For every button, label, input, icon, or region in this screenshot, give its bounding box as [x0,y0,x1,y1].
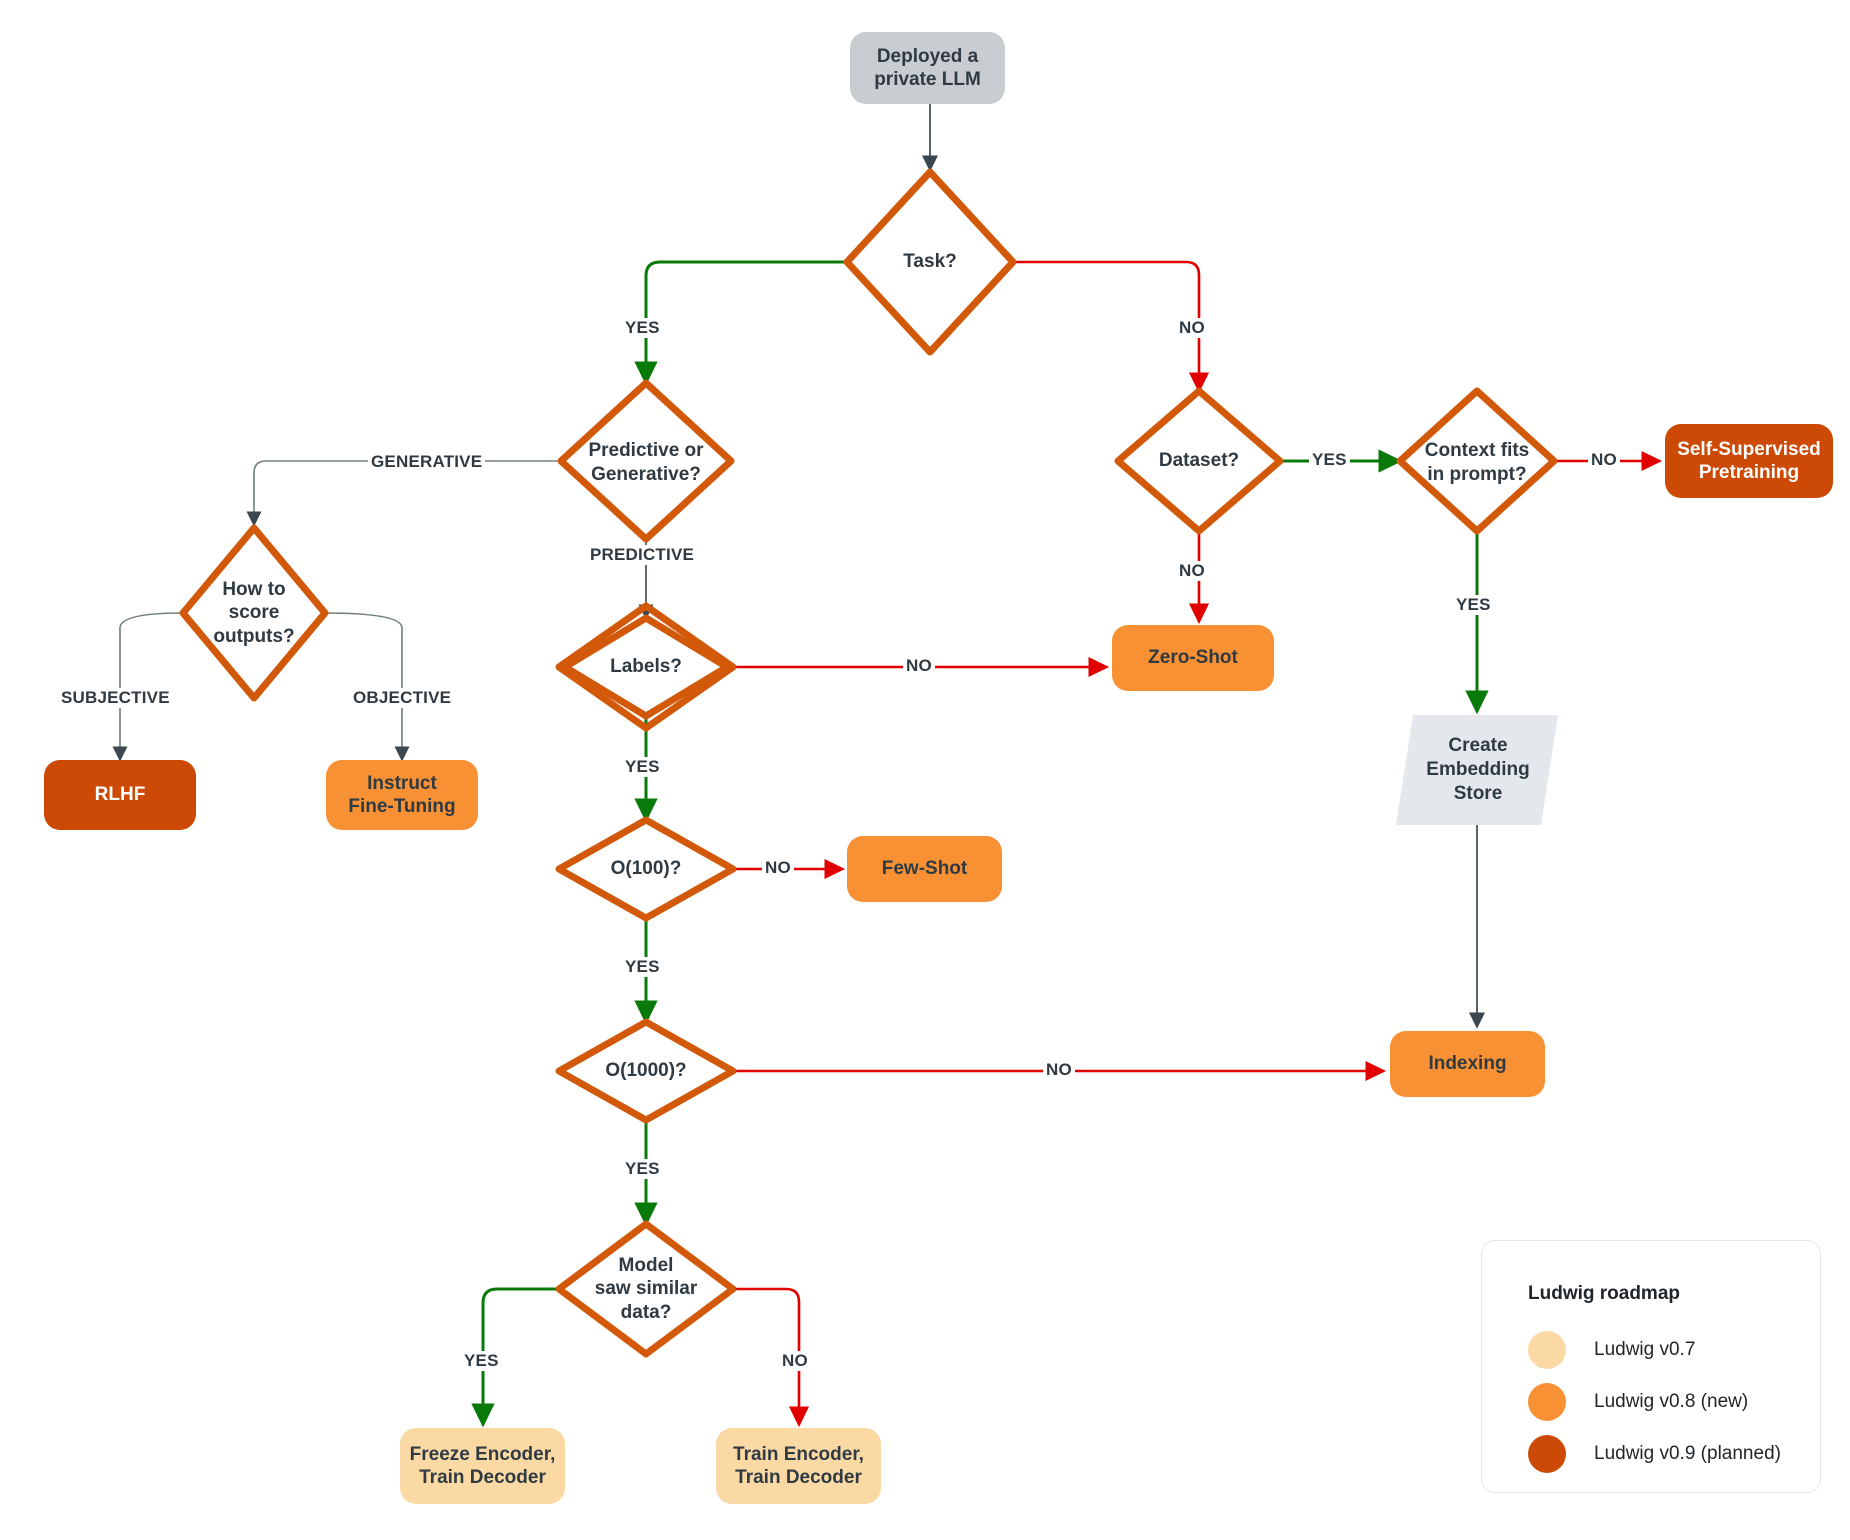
edge-label-o100-no: NO [762,858,794,878]
legend-swatch-v09 [1528,1435,1566,1473]
legend-label-v08: Ludwig v0.8 (new) [1594,1391,1749,1412]
edge-label-score-objective: OBJECTIVE [350,688,455,708]
process-shape-create-embedding-store[interactable] [1396,715,1558,825]
edge-label-o100-yes: YES [622,957,663,977]
decision-shape-o1000[interactable] [555,1018,737,1124]
edge-label-dataset-no: NO [1176,561,1208,581]
decision-shape-how-to-score-outputs[interactable] [179,524,329,702]
edge-label-predgen-generative: GENERATIVE [368,452,486,472]
legend-label-v09: Ludwig v0.9 (planned) [1594,1443,1781,1464]
node-zero-shot[interactable]: Zero-Shot [1112,625,1274,691]
edge-label-predgen-predictive: PREDICTIVE [587,545,698,565]
legend-item-v07: Ludwig v0.7 [1528,1329,1695,1371]
edge-label-score-subjective: SUBJECTIVE [58,688,173,708]
edge-label-o1000-yes: YES [622,1159,663,1179]
node-freeze-encoder-train-decoder[interactable]: Freeze Encoder, Train Decoder [400,1428,565,1504]
node-train-encoder-train-decoder[interactable]: Train Encoder, Train Decoder [716,1428,881,1504]
node-indexing[interactable]: Indexing [1390,1031,1545,1097]
legend-item-v09: Ludwig v0.9 (planned) [1528,1433,1781,1475]
decision-shape-model-saw-similar-data[interactable] [555,1220,737,1358]
legend-title: Ludwig roadmap [1528,1283,1680,1304]
edge-label-o1000-no: NO [1043,1060,1075,1080]
edge-label-task-yes: YES [622,318,663,338]
edge-label-context-no: NO [1588,450,1620,470]
legend-swatch-v07 [1528,1331,1566,1369]
edge-label-task-no: NO [1176,318,1208,338]
decision-shape-labels[interactable] [561,614,731,720]
decision-shape-context-fits-in-prompt[interactable] [1396,387,1558,535]
edge-label-dataset-yes: YES [1309,450,1350,470]
decision-shape-predictive-or-generative[interactable] [557,379,735,543]
node-instruct-fine-tuning[interactable]: Instruct Fine-Tuning [326,760,478,830]
legend-panel: Ludwig roadmap Ludwig v0.7 Ludwig v0.8 (… [1481,1240,1821,1493]
node-few-shot[interactable]: Few-Shot [847,836,1002,902]
decision-shape-dataset[interactable] [1114,387,1284,535]
edge-label-similar-no: NO [779,1351,811,1371]
edge-label-context-yes: YES [1453,595,1494,615]
decision-shape-o100[interactable] [555,816,737,922]
edge-label-labels-no: NO [903,656,935,676]
legend-label-v07: Ludwig v0.7 [1594,1339,1696,1360]
edge-label-similar-yes: YES [461,1351,502,1371]
node-deployed-a-private-llm[interactable]: Deployed a private LLM [850,32,1005,104]
flowchart-canvas: Task? Predictive or Generative? How to s… [0,0,1850,1540]
legend-swatch-v08 [1528,1383,1566,1421]
legend-item-v08: Ludwig v0.8 (new) [1528,1381,1748,1423]
edge-label-labels-yes: YES [622,757,663,777]
decision-shape-task[interactable] [843,168,1017,356]
node-rlhf[interactable]: RLHF [44,760,196,830]
node-self-supervised-pretraining[interactable]: Self-Supervised Pretraining [1665,424,1833,498]
